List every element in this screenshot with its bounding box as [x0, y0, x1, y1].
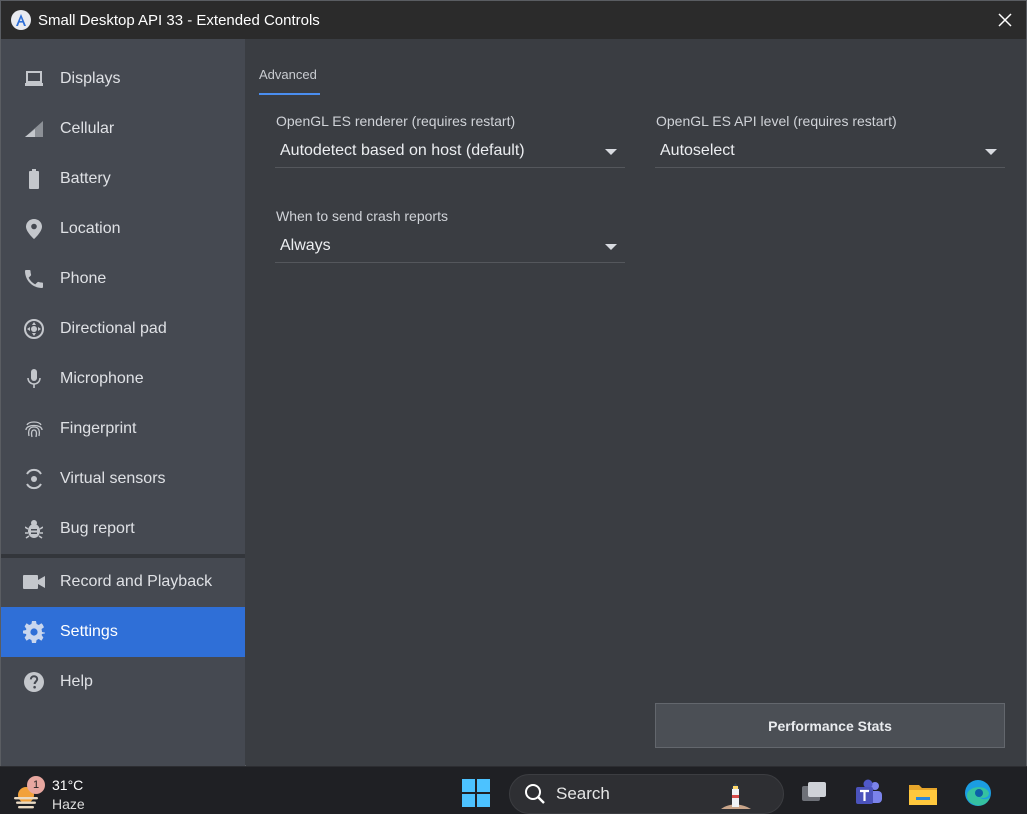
sidebar-item-microphone[interactable]: Microphone — [1, 354, 245, 404]
close-icon — [998, 13, 1012, 27]
chevron-down-icon — [605, 244, 617, 250]
gear-icon — [23, 621, 45, 643]
sidebar: Displays Cellular Battery Location Phone… — [1, 39, 245, 766]
chevron-down-icon — [985, 149, 997, 155]
sidebar-item-fingerprint[interactable]: Fingerprint — [1, 404, 245, 454]
sidebar-item-bug-report[interactable]: Bug report — [1, 504, 245, 554]
lighthouse-icon — [721, 783, 751, 809]
search-label: Search — [556, 784, 610, 803]
sidebar-item-label: Location — [60, 220, 121, 237]
help-icon — [23, 671, 45, 693]
close-button[interactable] — [992, 7, 1018, 33]
microphone-icon — [23, 368, 45, 390]
sidebar-item-help[interactable]: Help — [1, 657, 245, 707]
display-icon — [23, 68, 45, 90]
sidebar-item-battery[interactable]: Battery — [1, 154, 245, 204]
sidebar-item-record-and-playback[interactable]: Record and Playback — [1, 557, 245, 607]
battery-icon — [23, 168, 45, 190]
dpad-icon — [23, 318, 45, 340]
chevron-down-icon — [605, 149, 617, 155]
teams-icon[interactable] — [853, 777, 885, 809]
edge-browser-icon[interactable] — [962, 777, 994, 809]
taskbar-search[interactable]: Search — [509, 774, 784, 814]
renderer-label: OpenGL ES renderer (requires restart) — [276, 113, 516, 129]
sidebar-item-label: Record and Playback — [60, 573, 213, 590]
sidebar-item-label: Virtual sensors — [60, 470, 166, 487]
sidebar-item-label: Directional pad — [60, 320, 167, 337]
sidebar-item-label: Microphone — [60, 370, 144, 387]
settings-panel: Advanced OpenGL ES renderer (requires re… — [246, 39, 1026, 766]
extended-controls-window: Small Desktop API 33 - Extended Controls… — [0, 0, 1027, 766]
start-button[interactable] — [460, 777, 492, 809]
weather-widget[interactable]: 1 31°C Haze — [10, 773, 100, 813]
sidebar-item-label: Cellular — [60, 120, 115, 137]
api-level-label: OpenGL ES API level (requires restart) — [656, 113, 897, 129]
task-view-icon[interactable] — [798, 777, 830, 809]
crash-reports-select[interactable]: Always — [275, 229, 625, 263]
android-emulator-icon — [11, 10, 31, 30]
api-level-select[interactable]: Autoselect — [655, 134, 1005, 168]
sidebar-item-label: Displays — [60, 70, 121, 87]
renderer-value: Autodetect based on host (default) — [280, 141, 525, 159]
tab-active-indicator — [259, 93, 320, 95]
title-bar: Small Desktop API 33 - Extended Controls — [1, 1, 1026, 39]
temperature: 31°C — [52, 777, 84, 793]
video-camera-icon — [23, 571, 45, 593]
signal-icon — [23, 118, 45, 140]
sidebar-item-cellular[interactable]: Cellular — [1, 104, 245, 154]
file-explorer-icon[interactable] — [907, 777, 939, 809]
sidebar-item-label: Battery — [60, 170, 111, 187]
crash-reports-label: When to send crash reports — [276, 208, 448, 224]
notification-badge: 1 — [27, 776, 45, 794]
location-pin-icon — [23, 218, 45, 240]
window-title: Small Desktop API 33 - Extended Controls — [38, 11, 320, 29]
search-icon — [525, 784, 545, 804]
renderer-select[interactable]: Autodetect based on host (default) — [275, 134, 625, 168]
sidebar-item-directional-pad[interactable]: Directional pad — [1, 304, 245, 354]
tab-advanced[interactable]: Advanced — [259, 67, 317, 82]
sidebar-item-location[interactable]: Location — [1, 204, 245, 254]
windows-logo-icon — [462, 779, 490, 807]
sidebar-item-label: Settings — [60, 623, 118, 640]
sidebar-item-phone[interactable]: Phone — [1, 254, 245, 304]
weather-condition: Haze — [52, 796, 85, 812]
sidebar-item-settings[interactable]: Settings — [1, 607, 245, 657]
sidebar-item-label: Fingerprint — [60, 420, 137, 437]
sidebar-item-label: Phone — [60, 270, 107, 287]
taskbar: 1 31°C Haze Search — [0, 766, 1027, 814]
api-level-value: Autoselect — [660, 141, 735, 159]
sidebar-item-label: Bug report — [60, 520, 135, 537]
crash-reports-value: Always — [280, 236, 331, 254]
phone-icon — [23, 268, 45, 290]
sidebar-item-label: Help — [60, 673, 93, 690]
sidebar-item-displays[interactable]: Displays — [1, 54, 245, 104]
sidebar-item-virtual-sensors[interactable]: Virtual sensors — [1, 454, 245, 504]
rotate-sensor-icon — [23, 468, 45, 490]
fingerprint-icon — [23, 418, 45, 440]
performance-stats-button[interactable]: Performance Stats — [655, 703, 1005, 748]
bug-icon — [23, 518, 45, 540]
